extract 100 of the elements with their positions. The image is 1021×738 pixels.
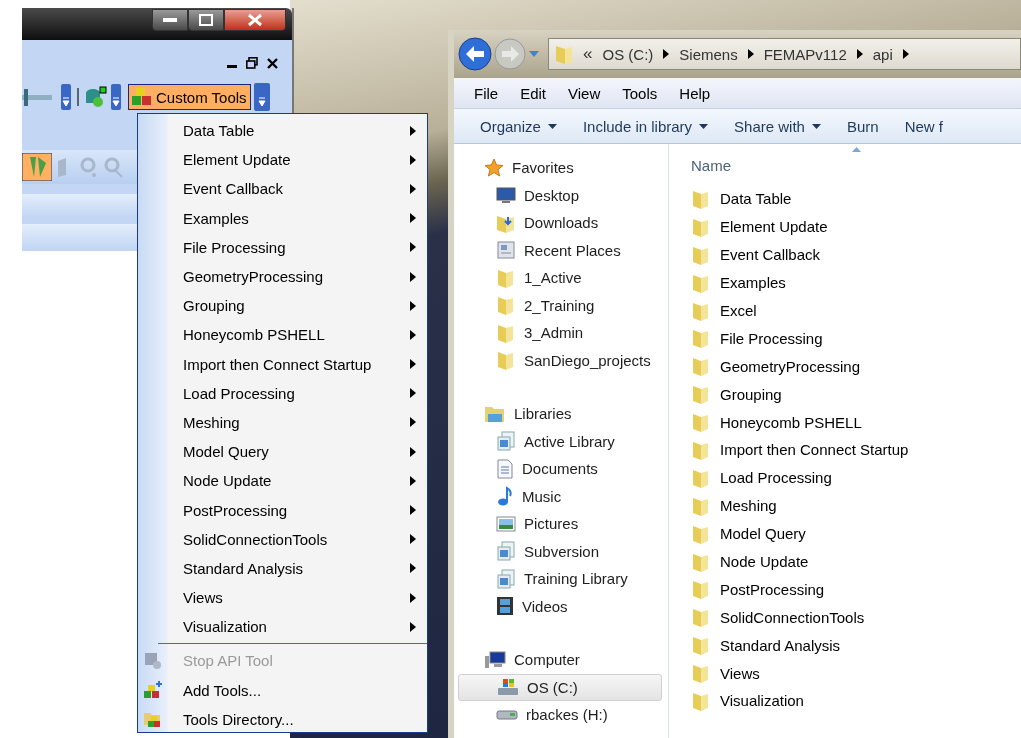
library-icon [496,568,516,589]
toolbar-button[interactable]: New f [898,117,949,135]
breadcrumb[interactable]: api [872,45,893,63]
nav-item[interactable]: rbackes (H:) [458,701,668,729]
menu-item[interactable]: Grouping [138,291,427,321]
nav-item[interactable]: 1_Active [458,264,668,292]
menu-item[interactable]: Meshing [138,407,427,438]
toolbar-button[interactable]: Organize [474,117,563,135]
menu-bar-item[interactable]: File [474,84,499,102]
menu-bar-item[interactable]: Help [679,84,711,102]
toolbar-options-icon[interactable] [111,84,121,110]
nav-item[interactable]: Documents [458,455,668,483]
close-icon[interactable] [267,57,278,69]
submenu-arrow-icon [410,329,416,340]
menu-item[interactable]: Tools Directory... [138,704,427,734]
menu-item[interactable]: SolidConnectionTools [138,524,427,554]
nav-item[interactable]: Desktop [458,181,668,209]
menu-item[interactable]: Examples [138,203,427,233]
submenu-arrow-icon [410,446,416,457]
folder-item[interactable]: GeometryProcessing [691,352,1021,381]
nav-group[interactable]: Libraries [458,400,668,428]
folder-item[interactable]: Element Update [691,212,1021,241]
folder-item[interactable]: SolidConnectionTools [691,603,1021,632]
nav-item[interactable]: Subversion [458,537,668,565]
toolbar-button[interactable]: Burn [840,117,885,135]
folder-icon [691,300,711,321]
folder-item[interactable]: Excel [691,296,1021,325]
nav-item[interactable]: 2_Training [458,291,668,319]
breadcrumb-arrow-icon[interactable] [902,49,909,59]
nav-item[interactable]: OS (C:) [458,673,662,701]
submenu-arrow-icon [410,417,416,428]
menu-item[interactable]: Visualization [138,612,427,642]
breadcrumb-arrow-icon[interactable] [747,49,754,59]
nav-item[interactable]: 3_Admin [458,319,668,347]
folder-item[interactable]: Grouping [691,380,1021,409]
database-icon[interactable] [74,85,108,109]
menu-bar-item[interactable]: View [568,84,601,102]
nav-item[interactable]: Downloads [458,209,668,237]
nav-group[interactable]: Favorites [458,154,668,182]
folder-item[interactable]: Data Table [691,185,1021,213]
nav-item[interactable]: Videos [458,592,668,620]
toolbar-options-icon[interactable] [253,83,270,111]
menu-item[interactable]: Standard Analysis [138,553,427,583]
restore-icon[interactable] [246,57,258,69]
menu-item[interactable]: File Processing [138,232,427,262]
menu-item[interactable]: Event Callback [138,174,427,204]
menu-item[interactable]: Honeycomb PSHELL [138,320,427,350]
nav-item[interactable]: Music [458,482,668,510]
computer-icon [484,649,506,670]
breadcrumb-arrow-icon[interactable] [856,49,863,59]
folder-icon [691,384,711,405]
folder-item[interactable]: Meshing [691,491,1021,520]
maximize-button[interactable] [188,9,224,31]
folder-icon [691,244,711,265]
toolbar-button[interactable]: Share with [728,117,827,135]
breadcrumb[interactable]: OS (C:) [602,45,654,63]
nav-item[interactable]: Recent Places [458,236,668,264]
overflow-chevron[interactable]: « [583,44,593,64]
menu-item[interactable]: Node Update [138,466,427,496]
menu-item[interactable]: Import then Connect Startup [138,349,427,379]
breadcrumb-arrow-icon[interactable] [663,49,670,59]
menu-item[interactable]: Data Table [138,116,427,146]
folder-item[interactable]: Node Update [691,547,1021,576]
nav-item[interactable]: Pictures [458,510,668,538]
folder-item[interactable]: Standard Analysis [691,631,1021,660]
folder-item[interactable]: Load Processing [691,463,1021,492]
back-button[interactable] [458,37,492,71]
breadcrumb[interactable]: Siemens [679,45,738,63]
folder-item[interactable]: PostProcessing [691,575,1021,604]
menu-bar-item[interactable]: Edit [520,84,547,102]
folder-item[interactable]: Model Query [691,519,1021,548]
toolbar-options-icon[interactable] [61,84,71,110]
menu-item[interactable]: Views [138,583,427,613]
menu-bar-item[interactable]: Tools [622,84,658,102]
folder-item[interactable]: Import then Connect Startup [691,436,1021,464]
breadcrumb[interactable]: FEMAPv112 [763,45,847,63]
nav-item[interactable]: Training Library [458,565,668,593]
folder-icon [691,579,711,600]
folder-item[interactable]: Honeycomb PSHELL [691,408,1021,436]
column-header[interactable]: Name [691,150,861,180]
menu-item[interactable]: GeometryProcessing [138,261,427,292]
menu-item[interactable]: Element Update [138,145,427,175]
menu-item[interactable]: Add Tools... [138,675,427,705]
address-bar[interactable]: « OS (C:) Siemens FEMAPv112 api [548,38,1021,70]
custom-tools-button[interactable]: Custom Tools [128,84,251,110]
nav-item[interactable]: SanDiego_projects [458,346,668,374]
menu-item[interactable]: Load Processing [138,378,427,408]
submenu-arrow-icon [410,475,416,486]
close-button[interactable] [224,9,286,31]
nav-group[interactable]: Computer [458,646,668,674]
folder-item[interactable]: Event Callback [691,240,1021,269]
toolbar-button[interactable]: Include in library [576,117,715,135]
minimize-button[interactable] [152,9,188,31]
nav-item[interactable]: Active Library [458,427,668,455]
folder-item[interactable]: Visualization [691,687,1021,715]
menu-item[interactable]: PostProcessing [138,495,427,525]
folder-item[interactable]: Examples [691,268,1021,297]
folder-item[interactable]: File Processing [691,324,1021,353]
menu-item[interactable]: Model Query [138,437,427,467]
folder-item[interactable]: Views [691,659,1021,688]
